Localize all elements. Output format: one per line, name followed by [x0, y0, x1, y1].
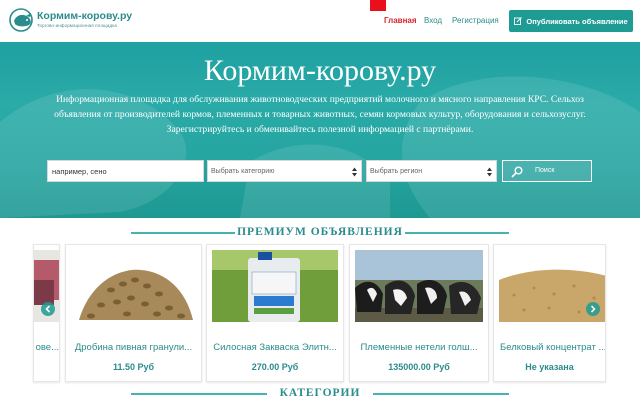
categories-heading: КАТЕГОРИИ — [279, 387, 361, 399]
hero-description: Информационная площадка для обслуживания… — [54, 94, 586, 135]
card-price: Не указана — [525, 362, 574, 372]
search-input[interactable]: например, сено — [47, 160, 204, 182]
nav-register-link[interactable]: Регистрация — [452, 16, 499, 25]
logo-cow-icon[interactable] — [9, 8, 37, 32]
card-price: 135000.00 Руб — [388, 362, 450, 372]
card-title[interactable]: Белковый концентрат ... — [494, 342, 605, 353]
card-title[interactable]: Силосная Закваска Элитн... — [207, 342, 343, 353]
search-icon — [511, 166, 523, 178]
card-photo-pellets — [71, 250, 196, 322]
premium-card[interactable]: Силосная Закваска Элитн... 270.00 Руб — [206, 244, 344, 382]
region-select-label: Выбрать регион — [370, 167, 423, 175]
publish-ad-label: Опубликовать объявление — [526, 16, 628, 26]
search-button[interactable]: Поиск — [502, 160, 592, 182]
chevron-left-icon — [45, 305, 51, 313]
premium-heading: ПРЕМИУМ ОБЪЯВЛЕНИЯ — [237, 226, 403, 238]
category-select[interactable]: Выбрать категорию — [207, 160, 362, 182]
edit-icon — [514, 17, 523, 25]
carousel-next-button[interactable] — [586, 302, 600, 316]
card-photo-cows — [355, 250, 483, 322]
card-image — [212, 250, 338, 322]
nav-login-link[interactable]: Вход — [424, 16, 442, 25]
nav-active-marker — [370, 0, 386, 11]
nav-home-link[interactable]: Главная — [384, 16, 417, 25]
search-button-label: Поиск — [535, 167, 555, 174]
header: Кормим-корову.ру Торгово-информационная … — [0, 0, 640, 42]
category-select-label: Выбрать категорию — [211, 167, 275, 175]
divider-line — [373, 393, 509, 395]
card-price: 270.00 Руб — [251, 362, 299, 372]
card-image — [71, 250, 196, 322]
card-price: 11.50 Руб — [112, 362, 155, 372]
hero-banner: Кормим-корову.ру Информационная площадка… — [0, 42, 640, 218]
premium-card[interactable]: Племенные нетели голш... 135000.00 Руб — [349, 244, 489, 382]
divider-line — [405, 232, 509, 234]
logo-subtitle: Торгово-информационная площадка — [37, 23, 117, 28]
card-title[interactable]: Племенные нетели голш... — [350, 342, 488, 353]
card-photo-canister — [212, 250, 338, 322]
carousel-prev-button[interactable] — [41, 302, 55, 316]
card-image — [355, 250, 483, 322]
region-select[interactable]: Выбрать регион — [366, 160, 497, 182]
card-title[interactable]: ове... — [34, 342, 59, 353]
chevron-right-icon — [590, 305, 596, 313]
premium-card[interactable]: Дробина пивная гранули... 11.50 Руб — [65, 244, 202, 382]
publish-ad-button[interactable]: Опубликовать объявление — [509, 10, 633, 32]
hero-title: Кормим-корову.ру — [203, 54, 437, 87]
select-arrows-icon — [487, 167, 492, 177]
logo-title[interactable]: Кормим-корову.ру — [37, 10, 132, 22]
card-title[interactable]: Дробина пивная гранули... — [66, 342, 201, 353]
select-arrows-icon — [352, 167, 357, 177]
